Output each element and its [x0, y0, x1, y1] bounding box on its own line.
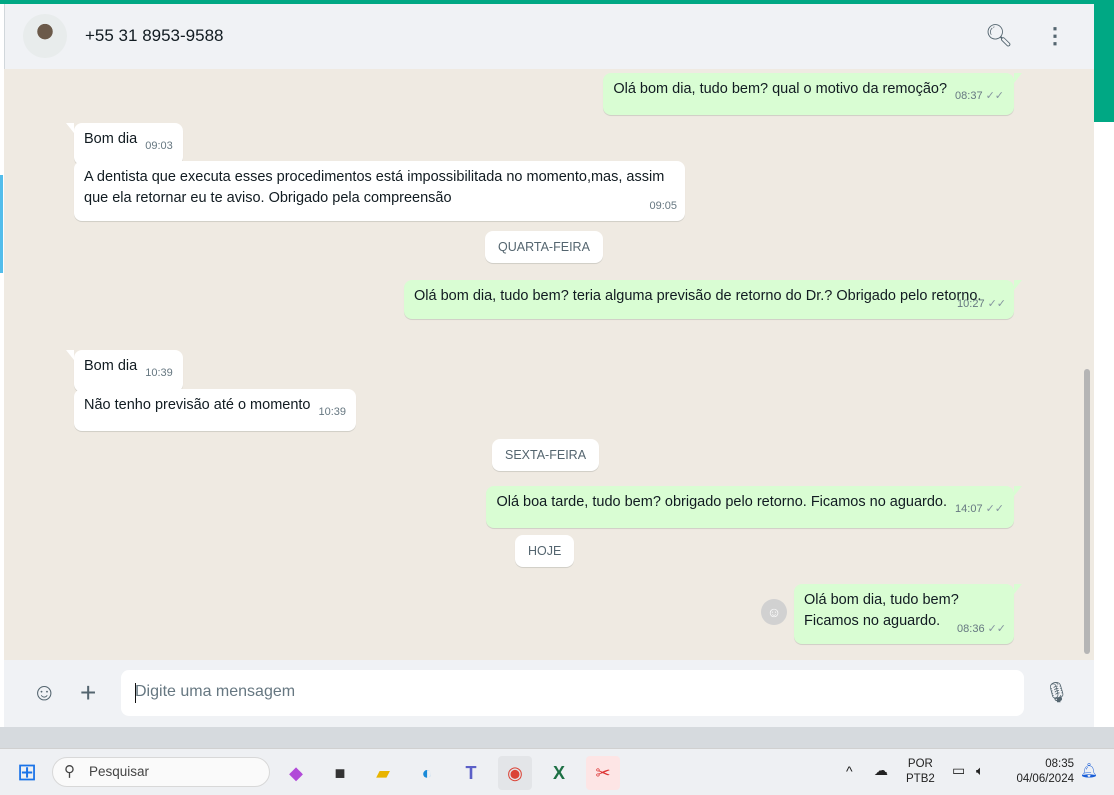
double-check-icon: ✓✓: [985, 503, 1004, 515]
message-out[interactable]: Olá boa tarde, tudo bem? obrigado pelo r…: [486, 486, 1022, 528]
scrollbar[interactable]: [1084, 369, 1090, 654]
taskbar-search[interactable]: ⚲ Pesquisar: [52, 757, 270, 787]
message-text: Bom dia: [84, 358, 138, 374]
message-out[interactable]: Olá bom dia, tudo bem? teria alguma prev…: [404, 280, 1022, 319]
message-text: Olá bom dia, tudo bem? teria alguma prev…: [414, 288, 982, 304]
language-indicator[interactable]: POR PTB2: [906, 757, 935, 787]
message-in[interactable]: Bom dia 09:03: [66, 123, 183, 165]
message-time: 08:36: [957, 623, 985, 635]
message-list: Olá bom dia, tudo bem? qual o motivo da …: [4, 69, 1094, 660]
task-view-icon[interactable]: ■: [323, 756, 357, 790]
taskbar: ⊞ ⚲ Pesquisar ◆ ■ ▰ ◐ T ◉ X ✂ ^ ☁ POR PTB2…: [0, 748, 1114, 795]
edge-icon[interactable]: ◐: [410, 756, 444, 790]
message-time: 09:05: [649, 200, 677, 212]
react-emoji-icon[interactable]: ☺: [761, 599, 787, 625]
plus-icon[interactable]: +: [80, 679, 96, 707]
date: 04/06/2024: [1016, 773, 1074, 785]
message-out[interactable]: Olá bom dia, tudo bem? qual o motivo da …: [603, 73, 1022, 115]
message-text: Bom dia: [84, 131, 138, 147]
message-text: Olá bom dia, tudo bem? Ficamos no aguard…: [804, 592, 959, 629]
right-accent: [1094, 4, 1114, 122]
message-text: Olá boa tarde, tudo bem? obrigado pelo r…: [496, 494, 948, 510]
message-time: 08:37: [955, 90, 983, 102]
day-divider: SEXTA-FEIRA: [492, 439, 600, 471]
network-icon[interactable]: ▭: [952, 763, 965, 778]
keyboard-layout: PTB2: [906, 773, 935, 785]
day-divider: QUARTA-FEIRA: [485, 231, 603, 263]
search-label: Pesquisar: [89, 764, 150, 779]
message-time: 10:39: [145, 367, 173, 379]
message-input[interactable]: Digite uma mensagem: [121, 670, 1024, 716]
chat-header: +55 31 8953-9588 🔍︎ ⋮: [4, 4, 1094, 69]
file-explorer-icon[interactable]: ▰: [366, 756, 400, 790]
search-icon: ⚲: [64, 763, 75, 780]
double-check-icon: ✓✓: [985, 90, 1004, 102]
volume-icon[interactable]: 🔈︎: [976, 763, 984, 778]
double-check-icon: ✓✓: [987, 298, 1006, 310]
left-accent: [0, 175, 3, 273]
message-time: 14:07: [955, 503, 983, 515]
windows-start-icon[interactable]: ⊞: [10, 756, 44, 790]
message-out[interactable]: Olá bom dia, tudo bem? Ficamos no aguard…: [794, 584, 1022, 644]
excel-icon[interactable]: X: [542, 756, 576, 790]
show-hidden-icons[interactable]: ^: [846, 764, 853, 779]
message-text: Não tenho previsão até o momento: [84, 397, 311, 413]
clock[interactable]: 08:35 04/06/2024: [1006, 757, 1074, 787]
message-in[interactable]: Bom dia 10:39: [66, 350, 183, 392]
more-options-icon[interactable]: ⋮: [1041, 22, 1069, 50]
message-in[interactable]: A dentista que executa esses procediment…: [74, 161, 685, 221]
double-check-icon: ✓✓: [987, 623, 1006, 635]
copilot-icon[interactable]: ◆: [279, 756, 313, 790]
message-time: 10:27: [957, 298, 985, 310]
message-text: Olá bom dia, tudo bem? qual o motivo da …: [613, 81, 948, 97]
avatar[interactable]: [23, 14, 67, 58]
composer: ☺ + Digite uma mensagem 🎙︎: [4, 660, 1094, 727]
message-time: 10:39: [318, 406, 347, 418]
notification-bell-icon[interactable]: 🔔︎: [1080, 763, 1098, 778]
onedrive-offline-icon[interactable]: ☁: [874, 763, 888, 778]
message-in[interactable]: Não tenho previsão até o momento 10:39: [74, 389, 357, 431]
chrome-icon[interactable]: ◉: [498, 756, 532, 790]
right-edge: [1094, 122, 1114, 727]
day-divider: HOJE: [515, 535, 575, 567]
teams-icon[interactable]: T: [454, 756, 488, 790]
message-time: 09:03: [145, 140, 173, 152]
message-text: A dentista que executa esses procediment…: [84, 169, 665, 206]
search-icon[interactable]: 🔍︎: [985, 22, 1013, 50]
microphone-icon[interactable]: 🎙︎: [1044, 679, 1069, 707]
chat-window: +55 31 8953-9588 🔍︎ ⋮ Olá bom dia, tudo …: [4, 4, 1094, 727]
emoji-icon[interactable]: ☺: [32, 679, 57, 707]
contact-name[interactable]: +55 31 8953-9588: [85, 26, 224, 46]
language-code: POR: [907, 758, 933, 770]
snipping-tool-icon[interactable]: ✂: [586, 756, 620, 790]
time: 08:35: [1045, 758, 1074, 770]
